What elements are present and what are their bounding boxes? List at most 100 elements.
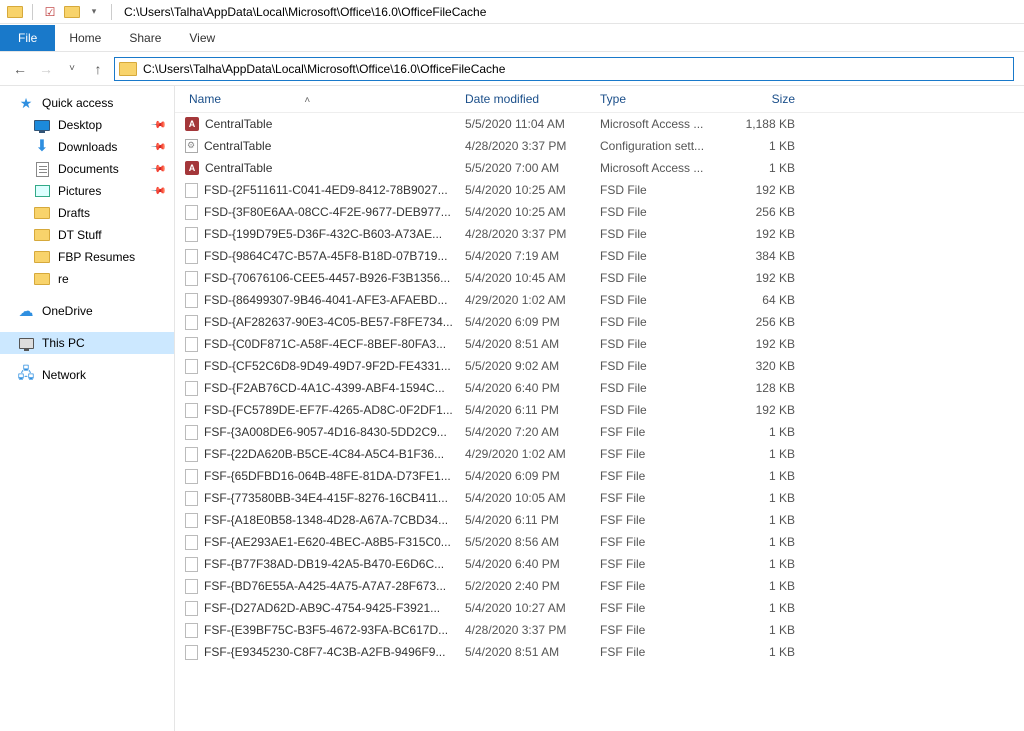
- file-name: FSD-{9864C47C-B57A-45F8-B18D-07B719...: [204, 249, 447, 263]
- file-row[interactable]: FSF-{D27AD62D-AB9C-4754-9425-F3921... 5/4…: [175, 597, 1024, 619]
- file-icon: [185, 645, 198, 660]
- folder-icon: [34, 227, 50, 243]
- file-name: CentralTable: [204, 139, 271, 153]
- address-input[interactable]: [143, 62, 1009, 76]
- file-name-cell: FSD-{199D79E5-D36F-432C-B603-A73AE...: [185, 227, 465, 242]
- file-name-cell: FSF-{E39BF75C-B3F5-4672-93FA-BC617D...: [185, 623, 465, 638]
- file-row[interactable]: FSF-{773580BB-34E4-415F-8276-16CB411...5…: [175, 487, 1024, 509]
- pc-icon: [18, 335, 34, 351]
- address-bar[interactable]: [114, 57, 1014, 81]
- properties-icon[interactable]: ☑: [42, 4, 58, 20]
- file-name-cell: FSD-{9864C47C-B57A-45F8-B18D-07B719...: [185, 249, 465, 264]
- file-row[interactable]: FSD-{FC5789DE-EF7F-4265-AD8C-0F2DF1...5/…: [175, 399, 1024, 421]
- column-date[interactable]: Date modified: [465, 92, 600, 106]
- sidebar-item-pictures[interactable]: Pictures 📌: [0, 180, 174, 202]
- file-type: FSD File: [600, 249, 725, 263]
- file-row[interactable]: FSF-{3A008DE6-9057-4D16-8430-5DD2C9...5/…: [175, 421, 1024, 443]
- file-date: 5/4/2020 10:45 AM: [465, 271, 600, 285]
- tab-home[interactable]: Home: [55, 25, 115, 51]
- file-row[interactable]: FSD-{86499307-9B46-4041-AFE3-AFAEBD...4/…: [175, 289, 1024, 311]
- tab-view[interactable]: View: [175, 25, 229, 51]
- file-row[interactable]: FSF-{AE293AE1-E620-4BEC-A8B5-F315C0...5/…: [175, 531, 1024, 553]
- file-date: 5/5/2020 8:56 AM: [465, 535, 600, 549]
- file-row[interactable]: ACentralTable5/5/2020 7:00 AMMicrosoft A…: [175, 157, 1024, 179]
- file-date: 4/28/2020 3:37 PM: [465, 139, 600, 153]
- sidebar-item-label: Network: [42, 368, 86, 382]
- file-size: 320 KB: [725, 359, 805, 373]
- file-name-cell: FSF-{22DA620B-B5CE-4C84-A5C4-B1F36...: [185, 447, 465, 462]
- file-row[interactable]: FSF-{E39BF75C-B3F5-4672-93FA-BC617D...4/…: [175, 619, 1024, 641]
- sidebar-item-thispc[interactable]: This PC: [0, 332, 174, 354]
- column-size[interactable]: Size: [725, 92, 805, 106]
- file-name-cell: FSF-{BD76E55A-A425-4A75-A7A7-28F673...: [185, 579, 465, 594]
- file-row[interactable]: FSD-{70676106-CEE5-4457-B926-F3B1356...5…: [175, 267, 1024, 289]
- file-row[interactable]: FSD-{C0DF871C-A58F-4ECF-8BEF-80FA3...5/4…: [175, 333, 1024, 355]
- file-size: 1 KB: [725, 513, 805, 527]
- file-row[interactable]: CentralTable 4/28/2020 3:37 PMConfigurati…: [175, 135, 1024, 157]
- file-row[interactable]: FSF-{E9345230-C8F7-4C3B-A2FB-9496F9...5/…: [175, 641, 1024, 663]
- file-size: 1 KB: [725, 491, 805, 505]
- sidebar-item-downloads[interactable]: ⬇ Downloads 📌: [0, 136, 174, 158]
- file-type: FSF File: [600, 623, 725, 637]
- file-row[interactable]: FSF-{65DFBD16-064B-48FE-81DA-D73FE1...5/…: [175, 465, 1024, 487]
- file-date: 5/5/2020 7:00 AM: [465, 161, 600, 175]
- file-name: FSF-{B77F38AD-DB19-42A5-B470-E6D6C...: [204, 557, 444, 571]
- sidebar-item-label: Quick access: [42, 96, 113, 110]
- file-icon: [185, 249, 198, 264]
- file-date: 5/4/2020 7:20 AM: [465, 425, 600, 439]
- file-row[interactable]: FSF-{A18E0B58-1348-4D28-A67A-7CBD34...5/…: [175, 509, 1024, 531]
- file-name-cell: FSF-{A18E0B58-1348-4D28-A67A-7CBD34...: [185, 513, 465, 528]
- up-button[interactable]: ↑: [88, 59, 108, 79]
- sidebar-item-re[interactable]: re: [0, 268, 174, 290]
- file-date: 5/4/2020 10:27 AM: [465, 601, 600, 615]
- file-name: FSF-{D27AD62D-AB9C-4754-9425-F3921...: [204, 601, 440, 615]
- sidebar-item-fbp[interactable]: FBP Resumes: [0, 246, 174, 268]
- recent-dropdown-icon[interactable]: ˅: [62, 59, 82, 79]
- file-type: FSD File: [600, 315, 725, 329]
- file-type: FSD File: [600, 227, 725, 241]
- file-row[interactable]: FSF-{BD76E55A-A425-4A75-A7A7-28F673...5/…: [175, 575, 1024, 597]
- file-size: 1 KB: [725, 623, 805, 637]
- file-row[interactable]: FSD-{CF52C6D8-9D49-49D7-9F2D-FE4331...5/…: [175, 355, 1024, 377]
- sidebar-item-quick-access[interactable]: ★ Quick access: [0, 92, 174, 114]
- file-row[interactable]: FSD-{199D79E5-D36F-432C-B603-A73AE...4/2…: [175, 223, 1024, 245]
- sidebar-item-desktop[interactable]: Desktop 📌: [0, 114, 174, 136]
- column-name[interactable]: Name ˄: [185, 92, 465, 106]
- file-row[interactable]: FSF-{B77F38AD-DB19-42A5-B470-E6D6C...5/4…: [175, 553, 1024, 575]
- forward-button[interactable]: →: [36, 59, 56, 79]
- file-date: 5/4/2020 6:09 PM: [465, 469, 600, 483]
- file-date: 5/4/2020 10:25 AM: [465, 205, 600, 219]
- sidebar-item-onedrive[interactable]: ☁ OneDrive: [0, 300, 174, 322]
- file-size: 1 KB: [725, 645, 805, 659]
- folder-icon: [119, 62, 137, 76]
- file-icon: [185, 513, 198, 528]
- file-row[interactable]: FSD-{AF282637-90E3-4C05-BE57-F8FE734...5…: [175, 311, 1024, 333]
- file-row[interactable]: FSD-{3F80E6AA-08CC-4F2E-9677-DEB977...5/…: [175, 201, 1024, 223]
- file-row[interactable]: FSD-{F2AB76CD-4A1C-4399-ABF4-1594C...5/4…: [175, 377, 1024, 399]
- open-icon[interactable]: [64, 4, 80, 20]
- file-type: FSF File: [600, 469, 725, 483]
- file-name-cell: FSF-{AE293AE1-E620-4BEC-A8B5-F315C0...: [185, 535, 465, 550]
- file-row[interactable]: FSF-{22DA620B-B5CE-4C84-A5C4-B1F36...4/2…: [175, 443, 1024, 465]
- sidebar-item-dtstuff[interactable]: DT Stuff: [0, 224, 174, 246]
- sidebar-item-drafts[interactable]: Drafts: [0, 202, 174, 224]
- sidebar-item-label: re: [58, 272, 69, 286]
- file-size: 1 KB: [725, 557, 805, 571]
- tab-file[interactable]: File: [0, 25, 55, 51]
- column-type[interactable]: Type: [600, 92, 725, 106]
- separator: [32, 4, 33, 20]
- file-size: 1 KB: [725, 425, 805, 439]
- file-date: 4/29/2020 1:02 AM: [465, 293, 600, 307]
- sidebar-item-network[interactable]: 🖧 Network: [0, 364, 174, 386]
- sidebar-item-label: This PC: [42, 336, 85, 350]
- file-row[interactable]: FSD-{9864C47C-B57A-45F8-B18D-07B719...5/…: [175, 245, 1024, 267]
- file-name-cell: FSF-{773580BB-34E4-415F-8276-16CB411...: [185, 491, 465, 506]
- file-row[interactable]: ACentralTable5/5/2020 11:04 AMMicrosoft …: [175, 113, 1024, 135]
- file-row[interactable]: FSD-{2F511611-C041-4ED9-8412-78B9027...5…: [175, 179, 1024, 201]
- file-type: Configuration sett...: [600, 139, 725, 153]
- back-button[interactable]: ←: [10, 59, 30, 79]
- qat-dropdown-icon[interactable]: ▾: [86, 4, 102, 20]
- sidebar-item-documents[interactable]: Documents 📌: [0, 158, 174, 180]
- file-name-cell: FSD-{CF52C6D8-9D49-49D7-9F2D-FE4331...: [185, 359, 465, 374]
- tab-share[interactable]: Share: [115, 25, 175, 51]
